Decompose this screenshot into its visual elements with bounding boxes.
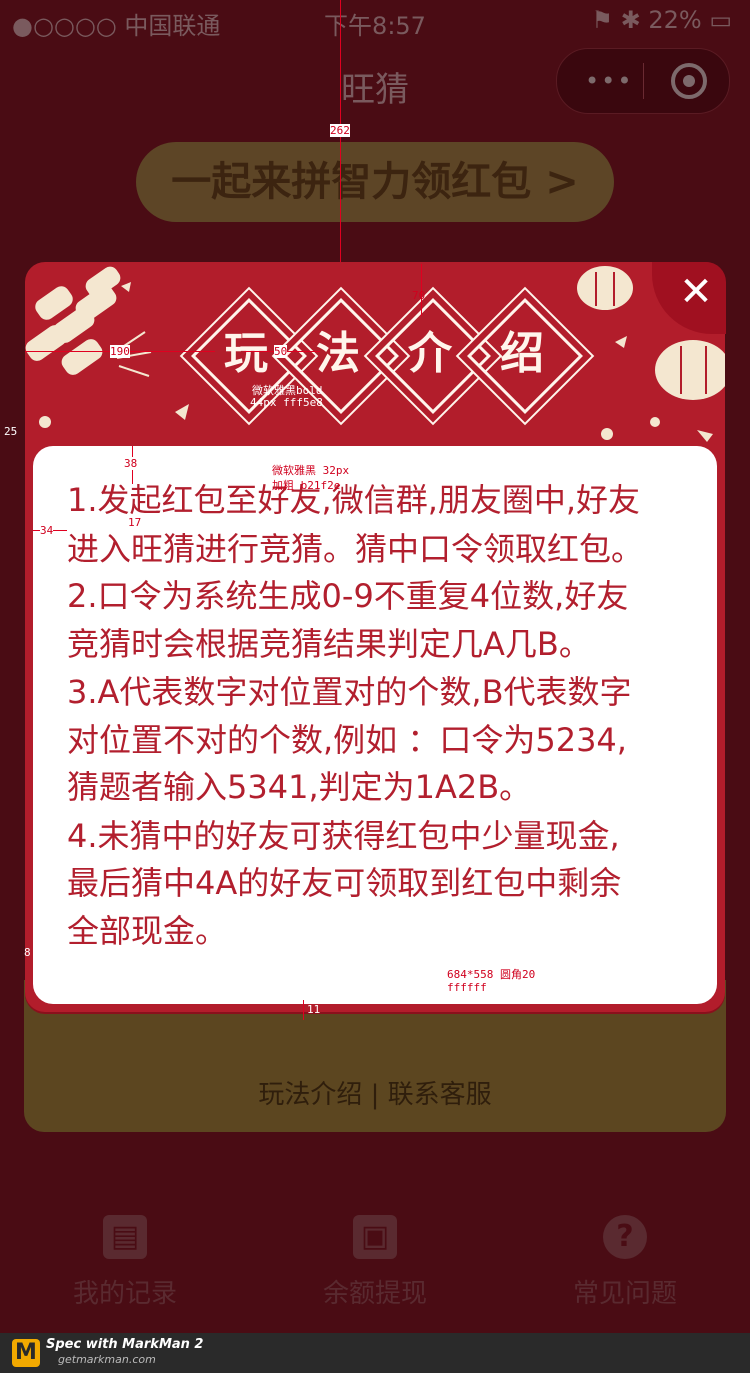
question-icon: ? (603, 1215, 647, 1259)
spec-body-font: 微软雅黑 32px (272, 464, 350, 477)
rule-line: 对位置不对的个数,例如 ：口令为5234, (67, 721, 627, 759)
rule-line: 最后猜中4A的好友可领取到红包中剩余 (67, 864, 622, 902)
rule-line: 猜题者输入5341,判定为1A2B。 (67, 768, 532, 806)
spec-label-262: 262 (330, 124, 350, 137)
markman-logo-icon: M (12, 1339, 40, 1367)
markman-brand: Spec with MarkMan 2 (46, 1337, 204, 1352)
invite-banner[interactable]: 一起来拼智力领红包 > (136, 142, 614, 222)
footer-links[interactable]: 玩法介绍 | 联系客服 (0, 1074, 750, 1111)
markman-site: getmarkman.com (58, 1353, 156, 1366)
battery-label: ⚑ ✱ 22% ▭ (591, 6, 732, 34)
spec-label-70: 70 (412, 289, 426, 302)
rule-line: 3.A代表数字对位置对的个数,B代表数字 (67, 673, 632, 711)
status-bar: ●○○○○ 中国联通 下午8:57 ⚑ ✱ 22% ▭ (0, 0, 750, 40)
record-book-icon: ▤ (103, 1215, 147, 1259)
spec-label-17: 17 (128, 516, 142, 529)
tab-withdraw[interactable]: ▣ 余额提现 (275, 1215, 475, 1310)
close-button[interactable]: ✕ (676, 270, 716, 314)
spec-label-34: 34 (40, 524, 54, 537)
spec-box-spec: 684*558 圆角20 (447, 968, 536, 981)
rule-line: 4.未猜中的好友可获得红包中少量现金, (67, 817, 620, 855)
rule-line: 进入旺猜进行竞猜。猜中口令领取红包。 (67, 530, 644, 568)
wallet-icon: ▣ (353, 1215, 397, 1259)
spec-label-38: 38 (124, 457, 138, 470)
tab-label: 常见问题 (572, 1279, 677, 1309)
tab-faq[interactable]: ? 常见问题 (525, 1215, 725, 1310)
spec-guide-line (303, 1000, 304, 1020)
spec-label-25: 25 (4, 425, 18, 438)
tab-label: 余额提现 (322, 1279, 427, 1309)
title-char: 绍 (500, 328, 544, 379)
capsule-divider (643, 63, 644, 99)
rule-line: 全部现金。 (67, 912, 228, 950)
spec-box-color: ffffff (447, 981, 487, 994)
tab-label: 我的记录 (72, 1279, 177, 1309)
rule-line: 1.发起红包至好友,微信群,朋友圈中,好友 (67, 481, 641, 519)
miniprogram-capsule[interactable]: ••• (556, 48, 730, 114)
rule-line: 竞猜时会根据竞猜结果判定几A几B。 (67, 625, 591, 663)
close-miniprogram-icon[interactable] (671, 63, 707, 99)
markman-footer: M Spec with MarkMan 2 getmarkman.com (0, 1333, 750, 1373)
tab-bar: ▤ 我的记录 ▣ 余额提现 ? 常见问题 (0, 1215, 750, 1325)
spec-label-8: 8 (24, 946, 31, 959)
battery-percent: 22% (648, 6, 702, 34)
more-icon[interactable]: ••• (585, 67, 633, 95)
rule-line: 2.口令为系统生成0-9不重复4位数,好友 (67, 577, 629, 615)
spec-label-50: 50 (274, 345, 288, 358)
tab-my-records[interactable]: ▤ 我的记录 (25, 1215, 225, 1310)
spec-label-11: 11 (307, 1003, 321, 1016)
spec-label-190: 190 (110, 345, 130, 358)
spec-title-spec: 44px fff5e8 (250, 396, 323, 409)
spec-body-spec: 加粗 b21f2e (272, 479, 341, 492)
